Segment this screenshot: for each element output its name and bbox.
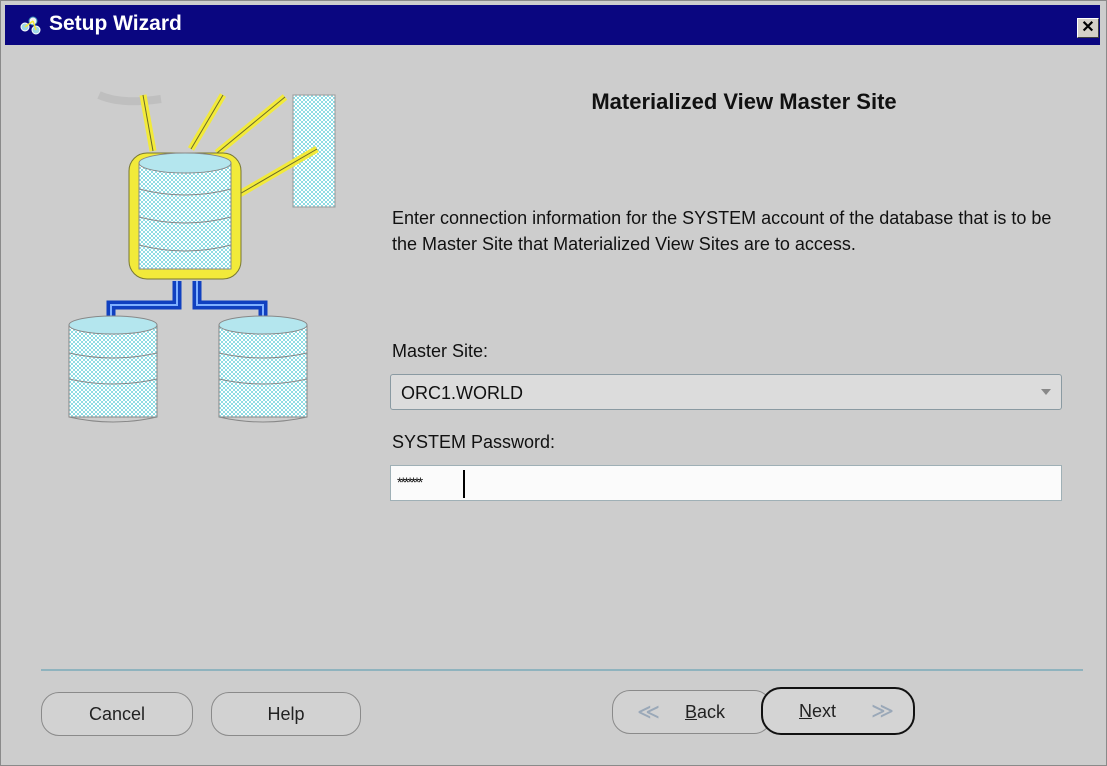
master-site-label: Master Site: (392, 341, 489, 361)
next-button-label: Next (799, 701, 837, 721)
page-description: Enter connection information for the SYS… (392, 208, 1052, 254)
master-site-select[interactable]: ORC1.WORLD (390, 374, 1062, 410)
password-value: ******* (397, 474, 423, 490)
help-button-label: Help (267, 704, 305, 724)
master-site-value: ORC1.WORLD (401, 383, 524, 403)
password-label: SYSTEM Password: (392, 432, 556, 452)
back-button[interactable]: ≪ Back (612, 690, 772, 734)
chevron-right-icon: ≫ (871, 698, 895, 723)
chevron-down-icon[interactable] (1041, 389, 1051, 395)
cancel-button-label: Cancel (88, 704, 146, 724)
close-button[interactable]: ✕ (1077, 18, 1099, 38)
next-button[interactable]: Next ≫ (761, 687, 915, 735)
footer-divider (41, 669, 1083, 671)
database-replication-illustration (68, 91, 336, 423)
chevron-left-icon: ≪ (637, 699, 661, 724)
close-icon[interactable]: ✕ (1081, 19, 1094, 36)
wizard-icon (20, 16, 41, 35)
cancel-button[interactable]: Cancel (41, 692, 193, 736)
help-button[interactable]: Help (211, 692, 361, 736)
title-bar[interactable]: Setup Wizard ✕ (5, 5, 1100, 45)
window-title: Setup Wizard (49, 12, 182, 35)
back-button-label: Back (685, 702, 726, 722)
page-heading: Materialized View Master Site (591, 89, 897, 114)
text-caret (463, 470, 465, 498)
setup-wizard-window: Setup Wizard ✕ Materialized View Master … (0, 0, 1107, 766)
system-password-input[interactable]: ******* (390, 465, 1062, 501)
